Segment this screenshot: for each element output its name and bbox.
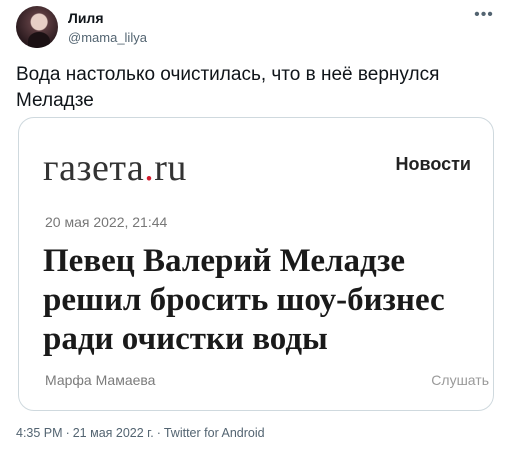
article-date: 20 мая 2022, 21:44	[45, 214, 168, 230]
tweet-meta: 4:35 PM · 21 мая 2022 г. · Twitter for Andro…	[16, 426, 265, 440]
logo-dot: .	[144, 147, 155, 189]
logo-main: газета	[43, 147, 145, 189]
display-name[interactable]: Лиля	[68, 10, 104, 26]
tweet-date[interactable]: 21 мая 2022 г.	[73, 426, 154, 440]
logo-tld: ru	[154, 147, 187, 189]
link-card[interactable]: газета.ru Новости 20 мая 2022, 21:44 Пев…	[18, 117, 494, 411]
more-horizontal-icon[interactable]: •••	[472, 7, 496, 28]
user-handle[interactable]: @mama_lilya	[68, 30, 147, 45]
tweet-source: Twitter for Android	[163, 426, 265, 440]
listen-button: Слушать	[431, 372, 489, 388]
tweet: Лиля @mama_lilya ••• Вода настолько очис…	[0, 0, 510, 459]
site-logo: газета.ru	[43, 146, 187, 190]
meta-separator: ·	[156, 426, 161, 440]
tweet-text: Вода настолько очистилась, что в неё вер…	[16, 64, 440, 111]
tweet-header: Лиля @mama_lilya •••	[16, 6, 496, 50]
article-headline: Певец Валерий Меладзе решил бросить шоу-…	[43, 243, 445, 357]
avatar[interactable]	[16, 6, 58, 48]
article-author: Марфа Мамаева	[45, 372, 156, 388]
meta-separator: ·	[65, 426, 70, 440]
tweet-time[interactable]: 4:35 PM	[16, 426, 63, 440]
section-label: Новости	[395, 154, 471, 174]
